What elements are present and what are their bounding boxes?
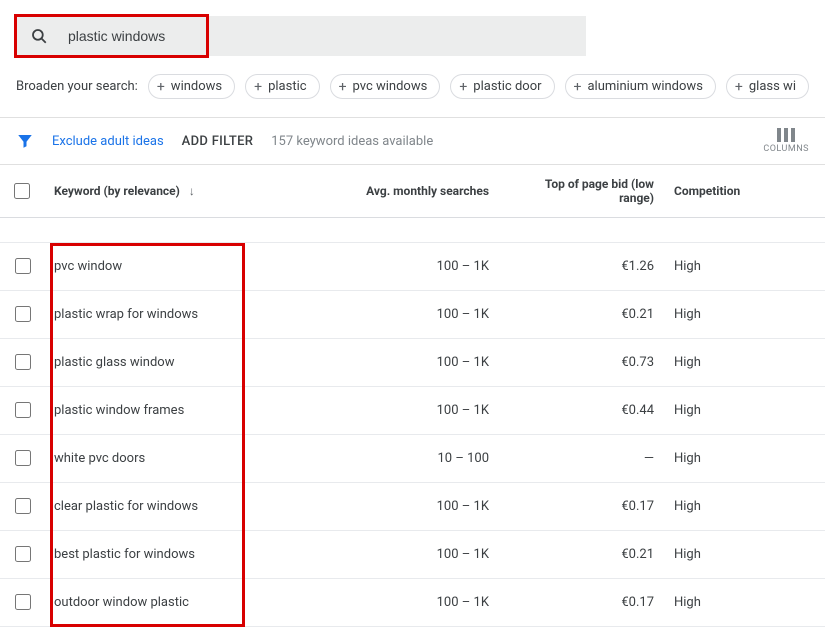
chip-label: plastic	[268, 79, 306, 94]
cell-avg-searches: 100 – 1K	[284, 531, 499, 579]
cell-avg-searches: 100 – 1K	[284, 483, 499, 531]
header-top-bid[interactable]: Top of page bid (low range)	[499, 165, 664, 218]
cell-keyword[interactable]: clear plastic for windows	[44, 483, 284, 531]
table-row: best plastic for windows100 – 1K€0.21Hig…	[0, 531, 825, 579]
cell-competition: High	[664, 387, 825, 435]
broaden-chip[interactable]: + plastic	[245, 74, 319, 99]
cell-avg-searches: 100 – 1K	[284, 243, 499, 291]
row-checkbox[interactable]	[15, 546, 31, 562]
row-checkbox[interactable]	[15, 402, 31, 418]
plus-icon: +	[459, 80, 467, 94]
select-all-checkbox[interactable]	[14, 183, 30, 199]
row-checkbox[interactable]	[15, 594, 31, 610]
header-keyword-label: Keyword (by relevance)	[54, 184, 180, 198]
exclude-adult-link[interactable]: Exclude adult ideas	[52, 134, 164, 149]
table-row: pvc window100 – 1K€1.26High	[0, 243, 825, 291]
cell-top-bid: €0.21	[499, 291, 664, 339]
broaden-chip[interactable]: + pvc windows	[330, 74, 441, 99]
cell-competition: High	[664, 339, 825, 387]
broaden-chip[interactable]: + plastic door	[450, 74, 554, 99]
cell-top-bid: €0.44	[499, 387, 664, 435]
header-keyword[interactable]: Keyword (by relevance) ↓	[44, 165, 284, 218]
filter-bar: Exclude adult ideas ADD FILTER 157 keywo…	[0, 117, 825, 165]
cell-keyword[interactable]: pvc window	[44, 243, 284, 291]
search-box[interactable]	[16, 16, 586, 56]
cell-keyword[interactable]: outdoor window plastic	[44, 579, 284, 627]
cell-competition: High	[664, 483, 825, 531]
row-checkbox[interactable]	[15, 258, 31, 274]
cell-keyword[interactable]: white pvc doors	[44, 435, 284, 483]
table-row: plastic window frames100 – 1K€0.44High	[0, 387, 825, 435]
cell-competition: High	[664, 579, 825, 627]
cell-keyword[interactable]: plastic glass window	[44, 339, 284, 387]
cell-keyword[interactable]: plastic wrap for windows	[44, 291, 284, 339]
cell-competition: High	[664, 531, 825, 579]
chip-label: pvc windows	[353, 79, 428, 94]
table-row: clear plastic for windows100 – 1K€0.17Hi…	[0, 483, 825, 531]
table-row: plastic wrap for windows100 – 1K€0.21Hig…	[0, 291, 825, 339]
plus-icon: +	[735, 80, 743, 94]
header-checkbox-cell	[0, 165, 44, 218]
cell-avg-searches: 100 – 1K	[284, 579, 499, 627]
cell-competition: High	[664, 291, 825, 339]
filter-icon[interactable]	[16, 132, 34, 150]
columns-button[interactable]: COLUMNS	[763, 128, 809, 154]
sort-desc-icon: ↓	[189, 184, 195, 198]
broaden-chip[interactable]: + glass wi	[726, 74, 809, 99]
cell-top-bid: €0.21	[499, 531, 664, 579]
cell-top-bid: €0.17	[499, 483, 664, 531]
broaden-search-row: Broaden your search: + windows + plastic + pv…	[0, 74, 825, 117]
row-checkbox[interactable]	[15, 306, 31, 322]
row-checkbox[interactable]	[15, 450, 31, 466]
columns-label: COLUMNS	[763, 144, 809, 154]
table-row: white pvc doors10 – 100—High	[0, 435, 825, 483]
cell-keyword[interactable]: best plastic for windows	[44, 531, 284, 579]
search-input[interactable]	[66, 27, 572, 45]
chip-label: windows	[171, 79, 222, 94]
plus-icon: +	[339, 80, 347, 94]
broaden-label: Broaden your search:	[16, 79, 138, 94]
cell-avg-searches: 100 – 1K	[284, 291, 499, 339]
ideas-count-label: 157 keyword ideas available	[271, 134, 433, 149]
cell-top-bid: €0.17	[499, 579, 664, 627]
header-competition[interactable]: Competition	[664, 165, 825, 218]
plus-icon: +	[254, 80, 262, 94]
broaden-chip[interactable]: + aluminium windows	[565, 74, 716, 99]
broaden-chip[interactable]: + windows	[148, 74, 235, 99]
table-row: plastic glass window100 – 1K€0.73High	[0, 339, 825, 387]
cell-avg-searches: 100 – 1K	[284, 339, 499, 387]
cell-avg-searches: 10 – 100	[284, 435, 499, 483]
search-icon	[30, 27, 48, 45]
plus-icon: +	[574, 80, 582, 94]
keyword-table: Keyword (by relevance) ↓ Avg. monthly se…	[0, 165, 825, 243]
keyword-table-body: pvc window100 – 1K€1.26Highplastic wrap …	[0, 243, 825, 627]
chip-label: glass wi	[749, 79, 796, 94]
cell-top-bid: €1.26	[499, 243, 664, 291]
row-checkbox[interactable]	[15, 354, 31, 370]
row-checkbox[interactable]	[15, 498, 31, 514]
cell-competition: High	[664, 435, 825, 483]
table-row: outdoor window plastic100 – 1K€0.17High	[0, 579, 825, 627]
chip-label: aluminium windows	[587, 79, 702, 94]
cell-avg-searches: 100 – 1K	[284, 387, 499, 435]
cell-competition: High	[664, 243, 825, 291]
cell-keyword[interactable]: plastic window frames	[44, 387, 284, 435]
plus-icon: +	[157, 80, 165, 94]
header-avg-searches[interactable]: Avg. monthly searches	[284, 165, 499, 218]
add-filter-button[interactable]: ADD FILTER	[182, 134, 254, 149]
cell-top-bid: €0.73	[499, 339, 664, 387]
chip-label: plastic door	[473, 79, 541, 94]
cell-top-bid: —	[499, 435, 664, 483]
